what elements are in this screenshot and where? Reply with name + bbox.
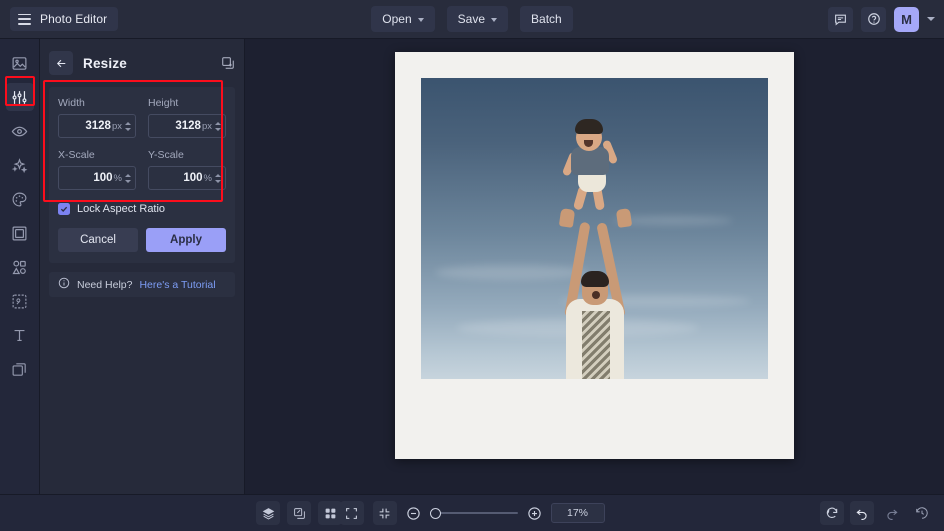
- sidebar-item-adjust[interactable]: [5, 83, 34, 111]
- cancel-button[interactable]: Cancel: [58, 228, 138, 252]
- chevron-down-icon: [491, 17, 498, 22]
- chevron-down-icon[interactable]: [927, 17, 935, 21]
- xscale-stepper[interactable]: [125, 173, 131, 183]
- chevron-down-icon: [417, 17, 424, 22]
- back-arrow-icon[interactable]: [49, 51, 73, 75]
- yscale-value: 100: [183, 172, 203, 184]
- width-value: 3128: [85, 120, 111, 132]
- yscale-label: Y-Scale: [148, 149, 184, 161]
- top-bar-actions: Open Save Batch: [0, 0, 944, 38]
- zoom-slider-track: [429, 512, 518, 514]
- fullscreen-icon[interactable]: [339, 501, 364, 525]
- xscale-input[interactable]: 100 %: [58, 166, 136, 190]
- sidebar-item-layers[interactable]: [6, 355, 34, 383]
- height-unit: px: [201, 120, 212, 132]
- photo-editor-app: Photo Editor Open Save Batch M Resize Wi…: [0, 0, 944, 531]
- scale-row: X-Scale 100 % Y-Scale 100 %: [58, 149, 226, 190]
- lock-aspect-ratio-checkbox[interactable]: Lock Aspect Ratio: [58, 203, 226, 215]
- top-bar-right: M: [828, 6, 935, 32]
- yscale-input[interactable]: 100 %: [148, 166, 226, 190]
- redo-icon[interactable]: [880, 501, 904, 525]
- layers-stack-icon[interactable]: [256, 501, 280, 525]
- xscale-label: X-Scale: [58, 149, 95, 161]
- height-field-group: Height 3128 px: [148, 97, 226, 138]
- width-unit: px: [111, 120, 122, 132]
- tutorial-link[interactable]: Here's a Tutorial: [139, 279, 215, 291]
- undo-icon[interactable]: [850, 501, 874, 525]
- need-help-text: Need Help?: [77, 278, 133, 291]
- xscale-value: 100: [93, 172, 113, 184]
- apply-button[interactable]: Apply: [146, 228, 226, 252]
- sidebar-item-shapes[interactable]: [6, 253, 34, 281]
- avatar[interactable]: M: [894, 6, 919, 32]
- photo-image: [421, 78, 768, 379]
- height-input[interactable]: 3128 px: [148, 114, 226, 138]
- yscale-stepper[interactable]: [215, 173, 221, 183]
- open-button[interactable]: Open: [371, 6, 435, 32]
- history-controls: [820, 501, 934, 525]
- zoom-out-icon[interactable]: [406, 506, 421, 521]
- zoom-slider[interactable]: [429, 506, 518, 520]
- preset-copy-icon[interactable]: [221, 56, 235, 70]
- history-icon[interactable]: [910, 501, 934, 525]
- batch-button[interactable]: Batch: [520, 6, 573, 32]
- sidebar-item-retouch[interactable]: [6, 117, 34, 145]
- zoom-controls: 17%: [0, 501, 944, 525]
- width-label: Width: [58, 97, 85, 109]
- yscale-unit: %: [203, 172, 212, 184]
- resize-panel: Resize Width 3128 px Height 3128 px X-Sc…: [40, 39, 245, 494]
- bottom-left-tools: [256, 501, 342, 525]
- sidebar-item-image[interactable]: [6, 49, 34, 77]
- save-label: Save: [457, 12, 486, 26]
- reset-icon[interactable]: [820, 501, 844, 525]
- man-figure: [535, 119, 655, 379]
- tool-rail: [0, 39, 40, 494]
- checkmark-icon: [58, 203, 70, 215]
- zoom-in-icon[interactable]: [527, 506, 542, 521]
- sidebar-item-effects[interactable]: [6, 151, 34, 179]
- width-field-group: Width 3128 px: [58, 97, 136, 138]
- sidebar-item-color[interactable]: [6, 185, 34, 213]
- page-title: Resize: [83, 55, 127, 71]
- width-input[interactable]: 3128 px: [58, 114, 136, 138]
- baby-figure: [561, 116, 624, 211]
- photo-canvas[interactable]: [395, 52, 794, 459]
- open-label: Open: [382, 12, 412, 26]
- batch-label: Batch: [531, 12, 562, 26]
- height-label: Height: [148, 97, 179, 109]
- dimension-row: Width 3128 px Height 3128 px: [58, 97, 226, 138]
- top-bar: Photo Editor Open Save Batch M: [0, 0, 944, 39]
- link-icon[interactable]: [287, 501, 311, 525]
- sidebar-item-text[interactable]: [6, 321, 34, 349]
- app-body: Resize Width 3128 px Height 3128 px X-Sc…: [0, 39, 944, 494]
- resize-form: Width 3128 px Height 3128 px X-Scale 100…: [49, 87, 235, 263]
- app-title: Photo Editor: [40, 12, 108, 26]
- save-button[interactable]: Save: [446, 6, 509, 32]
- app-menu-button[interactable]: Photo Editor: [10, 7, 119, 31]
- grid-icon[interactable]: [318, 501, 342, 525]
- chat-icon[interactable]: [828, 6, 853, 32]
- zoom-level-value[interactable]: 17%: [550, 503, 605, 523]
- xscale-field-group: X-Scale 100 %: [58, 149, 136, 190]
- xscale-unit: %: [113, 172, 122, 184]
- height-stepper[interactable]: [215, 121, 221, 131]
- help-circle-icon[interactable]: [861, 6, 886, 32]
- lock-aspect-ratio-label: Lock Aspect Ratio: [77, 203, 166, 215]
- height-value: 3128: [175, 120, 201, 132]
- bottom-bar: 17%: [0, 494, 944, 531]
- need-help-banner[interactable]: Need Help? Here's a Tutorial: [49, 272, 235, 297]
- panel-header: Resize: [40, 46, 244, 80]
- hamburger-icon: [18, 13, 31, 25]
- form-buttons: Cancel Apply: [58, 228, 226, 252]
- zoom-slider-knob[interactable]: [429, 507, 441, 519]
- sidebar-item-frame[interactable]: [6, 219, 34, 247]
- yscale-field-group: Y-Scale 100 %: [148, 149, 226, 190]
- canvas-area[interactable]: [245, 39, 944, 494]
- fit-screen-icon[interactable]: [372, 501, 397, 525]
- info-icon: [58, 276, 70, 294]
- sidebar-item-cutout[interactable]: [6, 287, 34, 315]
- width-stepper[interactable]: [125, 121, 131, 131]
